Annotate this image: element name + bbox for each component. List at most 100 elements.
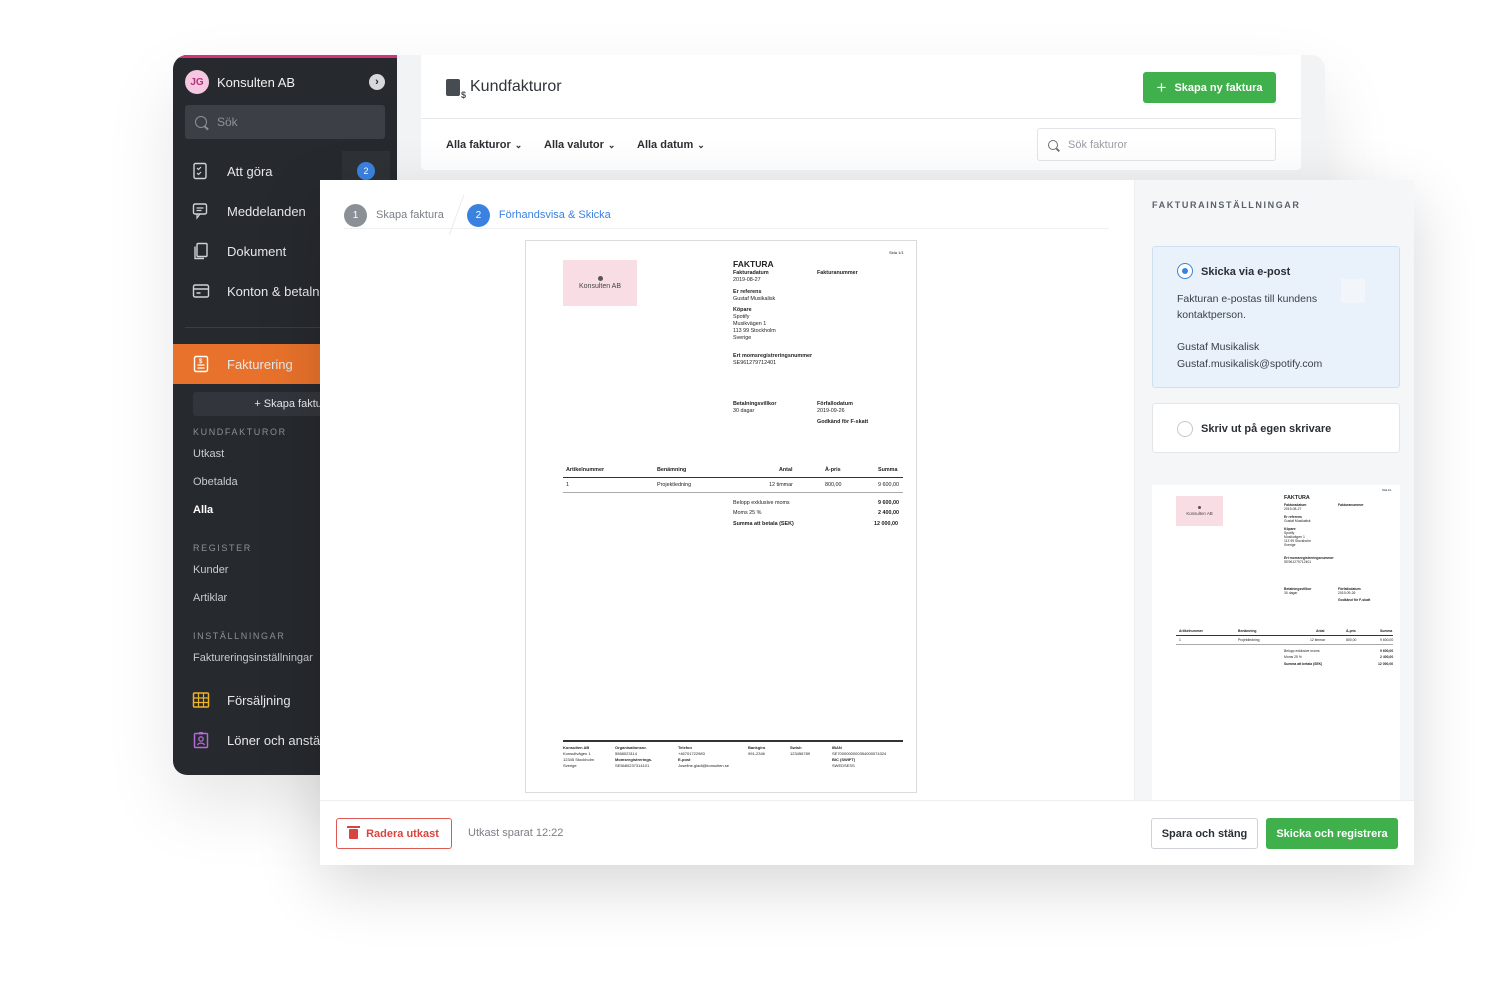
employee-badge-icon bbox=[191, 730, 211, 750]
invoice-preview-page: Sida 1/1 Konsulten AB FAKTURA Fakturadat… bbox=[525, 240, 917, 793]
email-description: Fakturan e-postas till kundens bbox=[1177, 293, 1318, 305]
due-date: 2019-09-26 bbox=[1338, 591, 1356, 595]
chevron-down-icon: ⌄ bbox=[514, 140, 523, 150]
footer-heading: Momsregistrerings. bbox=[615, 757, 653, 762]
terms: 30 dagar bbox=[1284, 591, 1298, 595]
due-label: Förfallodatum bbox=[817, 401, 853, 407]
sidebar-link-obetalda[interactable]: Obetalda bbox=[193, 476, 238, 488]
sidebar-link-artiklar[interactable]: Artiklar bbox=[193, 592, 227, 604]
save-and-close-button[interactable]: Spara och stäng bbox=[1151, 818, 1258, 849]
print-radio[interactable] bbox=[1177, 421, 1193, 437]
print-option[interactable]: Skriv ut på egen skrivare bbox=[1152, 403, 1400, 453]
send-via-email-option[interactable]: Skicka via e-post Fakturan e-postas till… bbox=[1152, 246, 1400, 388]
footer-text: 12345 Stockholm bbox=[563, 757, 594, 762]
page-number: Sida 1/1 bbox=[889, 250, 904, 255]
footer-heading: Konsulten AB bbox=[563, 745, 590, 750]
column-header: À-pris bbox=[825, 467, 841, 473]
row-cell: 1 bbox=[1179, 638, 1181, 642]
footer-text: SE7000000000354000074324 bbox=[832, 751, 887, 756]
decorative-square bbox=[1341, 279, 1365, 303]
sidebar-search-input[interactable]: Sök bbox=[185, 105, 385, 139]
section-heading-kundfakturor: KUNDFAKTUROR bbox=[193, 427, 287, 437]
header-divider bbox=[421, 118, 1301, 119]
vat-number: SE961279712401 bbox=[733, 360, 777, 366]
chevron-down-icon: ⌄ bbox=[607, 140, 616, 150]
create-new-invoice-label: Skapa ny faktura bbox=[1174, 81, 1263, 94]
buyer-line: Sverige bbox=[1284, 543, 1296, 547]
filter-currency-dropdown[interactable]: Alla valutor ⌄ bbox=[544, 139, 615, 151]
org-switcher[interactable]: JG Konsulten AB bbox=[185, 69, 295, 95]
table-row-line bbox=[563, 492, 903, 493]
print-option-label[interactable]: Skriv ut på egen skrivare bbox=[1201, 423, 1331, 435]
row-cell: 12 timmar bbox=[1310, 638, 1326, 642]
create-new-invoice-button[interactable]: + Skapa ny faktura bbox=[1143, 72, 1276, 103]
column-header: Summa bbox=[1380, 629, 1393, 633]
due-date: 2019-09-26 bbox=[817, 408, 845, 414]
footer-text: 5568023114 bbox=[615, 751, 637, 756]
footer-text: Sverige bbox=[563, 763, 577, 768]
total-value: 9 600,00 bbox=[878, 500, 899, 506]
footer-text: SWEDSESS bbox=[832, 763, 855, 768]
sidebar-item-label: Fakturering bbox=[227, 356, 293, 372]
row-cell: Projektledning bbox=[1238, 638, 1260, 642]
row-cell: 9 600,00 bbox=[878, 482, 899, 488]
footer-text: +46701722983 bbox=[678, 751, 705, 756]
logo-mark-icon bbox=[1198, 506, 1201, 509]
total-label: Belopp exklusive moms bbox=[733, 500, 790, 506]
sidebar-item-label: Att göra bbox=[227, 163, 273, 179]
settings-title: FAKTURAINSTÄLLNINGAR bbox=[1152, 200, 1301, 210]
step-separator bbox=[448, 195, 465, 235]
sidebar-link-alla[interactable]: Alla bbox=[193, 504, 213, 516]
footer-divider bbox=[320, 800, 1414, 801]
total-label: Summa att betala (SEK) bbox=[733, 521, 794, 527]
footer-text: Konsultvägen 1 bbox=[563, 751, 591, 756]
steps-divider bbox=[344, 228, 1109, 229]
sidebar-link-utkast[interactable]: Utkast bbox=[193, 448, 224, 460]
chevron-right-icon[interactable]: › bbox=[369, 74, 385, 90]
table-header-line bbox=[1176, 635, 1393, 636]
total-value: 2 400,00 bbox=[1380, 655, 1394, 659]
org-name[interactable]: Konsulten AB bbox=[217, 75, 295, 90]
sidebar-link-faktureringsinstallningar[interactable]: Faktureringsinställningar bbox=[193, 652, 313, 664]
sidebar-link-kunder[interactable]: Kunder bbox=[193, 564, 228, 576]
step-label-create[interactable]: Skapa faktura bbox=[376, 209, 444, 221]
footer-line bbox=[563, 740, 903, 742]
page-title-text: Kundfakturor bbox=[470, 78, 562, 95]
send-and-register-button[interactable]: Skicka och registrera bbox=[1266, 818, 1398, 849]
company-logo: Konsulten AB bbox=[1176, 496, 1223, 526]
wallet-icon bbox=[191, 281, 211, 301]
avatar[interactable]: JG bbox=[185, 70, 209, 94]
filter-label: Alla fakturor bbox=[446, 139, 511, 151]
filter-invoices-dropdown[interactable]: Alla fakturor ⌄ bbox=[446, 139, 522, 151]
row-cell: 9 600,00 bbox=[1380, 638, 1394, 642]
buyer-label: Köpare bbox=[733, 307, 752, 313]
sidebar-item-label: Meddelanden bbox=[227, 203, 306, 219]
delete-draft-button[interactable]: Radera utkast bbox=[336, 818, 452, 849]
messages-icon bbox=[191, 201, 211, 221]
footer-text: 991-2346 bbox=[748, 751, 765, 756]
footer-text: 123456789 bbox=[790, 751, 811, 756]
email-option-label[interactable]: Skicka via e-post bbox=[1201, 266, 1290, 278]
footer-heading: E-post bbox=[678, 757, 691, 762]
table-row-line bbox=[1176, 644, 1393, 645]
invoices-header-card: Kundfakturor + Skapa ny faktura Alla fak… bbox=[421, 55, 1301, 170]
page-number: Sida 1/1 bbox=[1382, 489, 1392, 492]
logo-mark-icon bbox=[597, 276, 603, 281]
buyer-line: Sverige bbox=[733, 335, 752, 341]
sidebar-item-label: Försäljning bbox=[227, 692, 291, 708]
total-value: 12 000,00 bbox=[1378, 662, 1394, 666]
total-label: Belopp exklusive moms bbox=[1284, 649, 1320, 653]
footer-heading: Organisationsnr. bbox=[615, 745, 647, 750]
table-header-line bbox=[563, 477, 903, 478]
step-label-preview: Förhandsvisa & Skicka bbox=[498, 209, 611, 221]
section-heading-installningar: INSTÄLLNINGAR bbox=[193, 631, 286, 641]
section-heading-register: REGISTER bbox=[193, 543, 252, 553]
filter-date-dropdown[interactable]: Alla datum ⌄ bbox=[637, 139, 705, 151]
chevron-down-icon: ⌄ bbox=[697, 140, 705, 150]
email-radio[interactable] bbox=[1177, 263, 1193, 279]
step-number[interactable]: 1 bbox=[344, 203, 367, 227]
row-cell: 800,00 bbox=[1346, 638, 1357, 642]
total-value: 2 400,00 bbox=[878, 510, 899, 516]
reference-label: Er referens bbox=[733, 289, 762, 295]
invoice-search-input[interactable]: Sök fakturor bbox=[1037, 128, 1276, 161]
